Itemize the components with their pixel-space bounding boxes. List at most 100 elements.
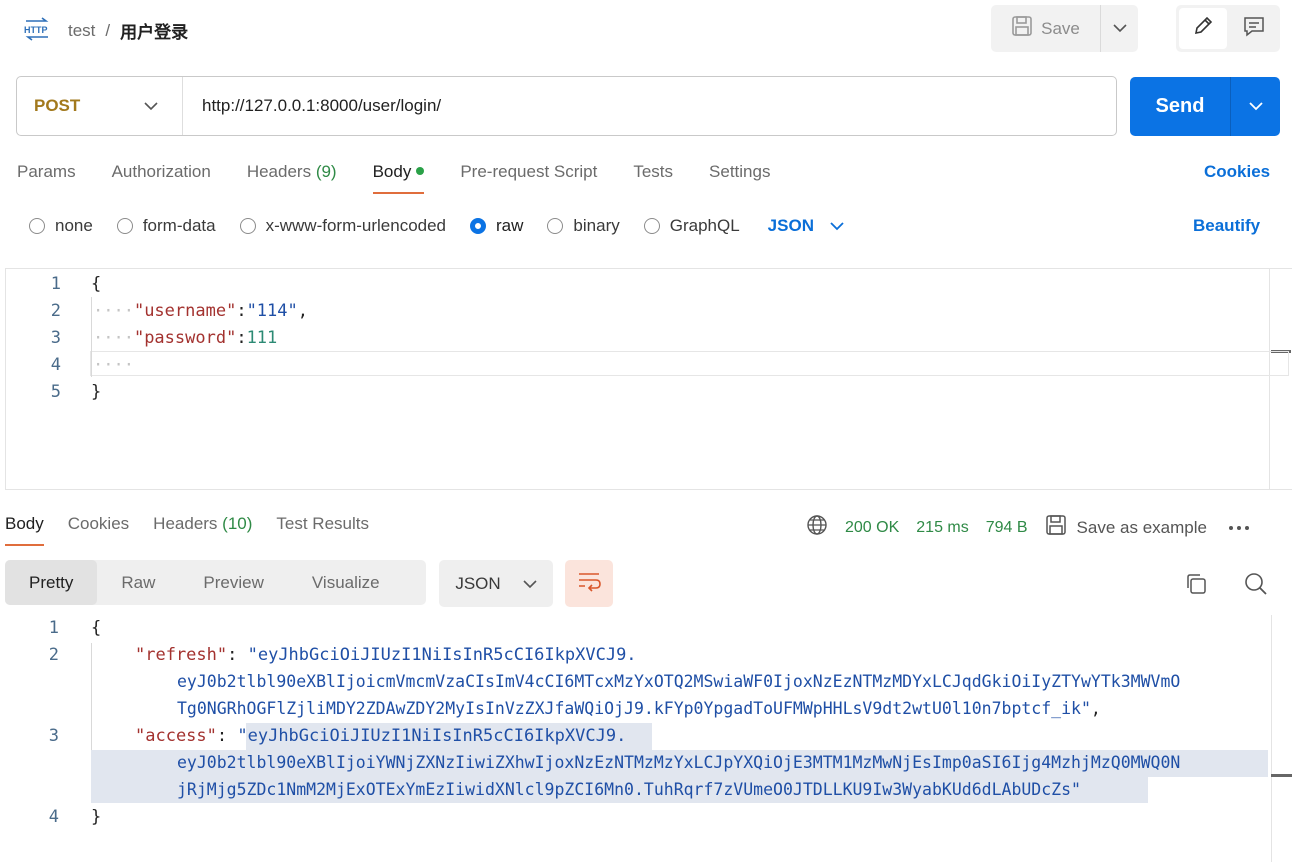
response-status-bar: 200 OK 215 ms 794 B Save as example	[806, 514, 1250, 541]
save-button[interactable]: Save	[991, 5, 1101, 52]
tab-headers-count: (9)	[315, 162, 337, 181]
copy-icon[interactable]	[1184, 572, 1208, 601]
whitespace-dots: ····	[93, 301, 134, 321]
tab-response-body[interactable]: Body	[5, 514, 44, 546]
line-number: 2	[50, 301, 61, 321]
json-colon: :	[236, 328, 247, 348]
response-format-select[interactable]: JSON	[439, 560, 553, 607]
radio-label: GraphQL	[669, 216, 740, 235]
search-icon[interactable]	[1244, 572, 1268, 601]
chevron-down-icon	[1112, 20, 1127, 38]
radio-form-data[interactable]: form-data	[116, 216, 216, 236]
pencil-icon	[1192, 15, 1214, 42]
method-label: POST	[34, 96, 81, 115]
line-number: 4	[50, 355, 61, 375]
tab-headers-label: Headers	[246, 162, 312, 181]
radio-label: form-data	[142, 216, 216, 235]
save-dropdown-button[interactable]	[1101, 5, 1138, 52]
code-line-username: ····"username":"114",	[93, 301, 308, 321]
view-preview[interactable]: Preview	[179, 560, 287, 605]
json-string-continuation: eyJ0b2tlbl90eXBlIjoicmVmcmVzaCIsImV4cCI6…	[177, 672, 1181, 691]
line-number: 4	[48, 807, 59, 827]
body-indicator-dot	[416, 166, 425, 175]
response-time[interactable]: 215 ms	[916, 519, 968, 537]
chevron-down-icon	[144, 96, 158, 116]
radio-urlencoded[interactable]: x-www-form-urlencoded	[239, 216, 447, 236]
beautify-button[interactable]: Beautify	[1193, 216, 1260, 236]
code-close-brace: }	[91, 382, 102, 402]
radio-raw[interactable]: raw	[470, 216, 523, 236]
wrap-lines-icon	[576, 570, 602, 597]
line-number: 5	[50, 382, 61, 402]
globe-icon[interactable]	[806, 514, 828, 541]
view-pretty[interactable]: Pretty	[5, 560, 98, 605]
whitespace-dots: ····	[93, 355, 134, 375]
response-format-label: JSON	[455, 573, 501, 593]
radio-label: raw	[496, 216, 524, 235]
code-open-brace: {	[91, 274, 102, 294]
save-example-button[interactable]: Save as example	[1045, 514, 1207, 541]
radio-none[interactable]: none	[29, 216, 93, 236]
view-raw[interactable]: Raw	[97, 560, 179, 605]
svg-text:HTTP: HTTP	[24, 25, 48, 35]
json-number-value: 111	[246, 328, 278, 348]
radio-circle	[643, 218, 660, 234]
body-type-selector: none form-data x-www-form-urlencoded raw…	[29, 216, 844, 236]
radio-label: none	[55, 216, 93, 235]
tab-authorization[interactable]: Authorization	[112, 162, 211, 194]
line-number: 1	[48, 618, 59, 638]
status-code[interactable]: 200 OK	[845, 519, 899, 537]
send-dropdown-button[interactable]	[1231, 77, 1280, 136]
save-icon	[1045, 514, 1067, 541]
tab-test-results[interactable]: Test Results	[276, 514, 369, 546]
tab-headers[interactable]: Headers (9)	[247, 162, 337, 194]
send-button[interactable]: Send	[1130, 77, 1231, 136]
json-string-value: "eyJhbGciOiJIUzI1NiIsInR5cCI6IkpXVCJ9.	[237, 726, 627, 746]
url-input[interactable]: http://127.0.0.1:8000/user/login/	[183, 96, 441, 116]
chevron-down-icon	[830, 216, 844, 236]
radio-graphql[interactable]: GraphQL	[643, 216, 740, 236]
wrap-lines-button[interactable]	[565, 560, 613, 607]
method-select[interactable]: POST	[17, 77, 183, 135]
response-scrollbar-track	[1271, 615, 1272, 862]
tab-prerequest-script[interactable]: Pre-request Script	[460, 162, 597, 194]
tab-response-headers-count: (10)	[222, 514, 253, 533]
radio-label: x-www-form-urlencoded	[265, 216, 447, 235]
tab-settings[interactable]: Settings	[709, 162, 770, 194]
response-tabs: Body Cookies Headers (10) Test Results	[5, 514, 393, 546]
response-scroll-marker	[1271, 774, 1292, 777]
save-button-group: Save	[991, 5, 1138, 52]
json-string-value: "114"	[246, 301, 298, 321]
comments-button[interactable]	[1227, 15, 1280, 42]
whitespace-dots: ····	[93, 328, 134, 348]
breadcrumb-collection[interactable]: test	[68, 21, 95, 41]
json-colon: :	[236, 301, 247, 321]
edit-button[interactable]	[1179, 8, 1227, 49]
http-icon: HTTP	[22, 16, 52, 42]
tab-body[interactable]: Body	[372, 162, 425, 194]
response-size[interactable]: 794 B	[986, 519, 1028, 537]
view-visualize[interactable]: Visualize	[288, 560, 404, 605]
radio-circle	[547, 218, 564, 234]
request-name[interactable]: 用户登录	[120, 18, 188, 43]
code-close-brace: }	[91, 807, 102, 827]
more-options-icon[interactable]	[1228, 519, 1250, 537]
json-string-value: "eyJhbGciOiJIUzI1NiIsInR5cCI6IkpXVCJ9.	[247, 645, 637, 665]
radio-binary[interactable]: binary	[547, 216, 620, 236]
cookies-link[interactable]: Cookies	[1204, 162, 1270, 182]
tab-response-headers[interactable]: Headers (10)	[153, 514, 252, 546]
json-key: "username"	[133, 301, 237, 321]
json-key: "password"	[133, 328, 237, 348]
request-tabs: Params Authorization Headers (9) Body Pr…	[17, 162, 806, 194]
radio-label: binary	[573, 216, 620, 235]
json-string-continuation-end: jRjMjg5ZDc1NmM2MjExOTExYmEzIiwidXNlcl9pZ…	[177, 780, 1081, 799]
json-string-continuation-end: Tg0NGRhOGFlZjliMDY2ZDAwZDY2MyIsInVzZXJfa…	[177, 699, 1101, 718]
tab-params[interactable]: Params	[17, 162, 76, 194]
tab-tests[interactable]: Tests	[633, 162, 673, 194]
json-comma: ,	[297, 301, 308, 321]
body-format-select[interactable]: JSON	[768, 216, 844, 236]
radio-circle	[29, 218, 45, 234]
code-open-brace: {	[91, 618, 102, 638]
tab-response-cookies[interactable]: Cookies	[68, 514, 129, 546]
save-label: Save	[1041, 18, 1080, 38]
